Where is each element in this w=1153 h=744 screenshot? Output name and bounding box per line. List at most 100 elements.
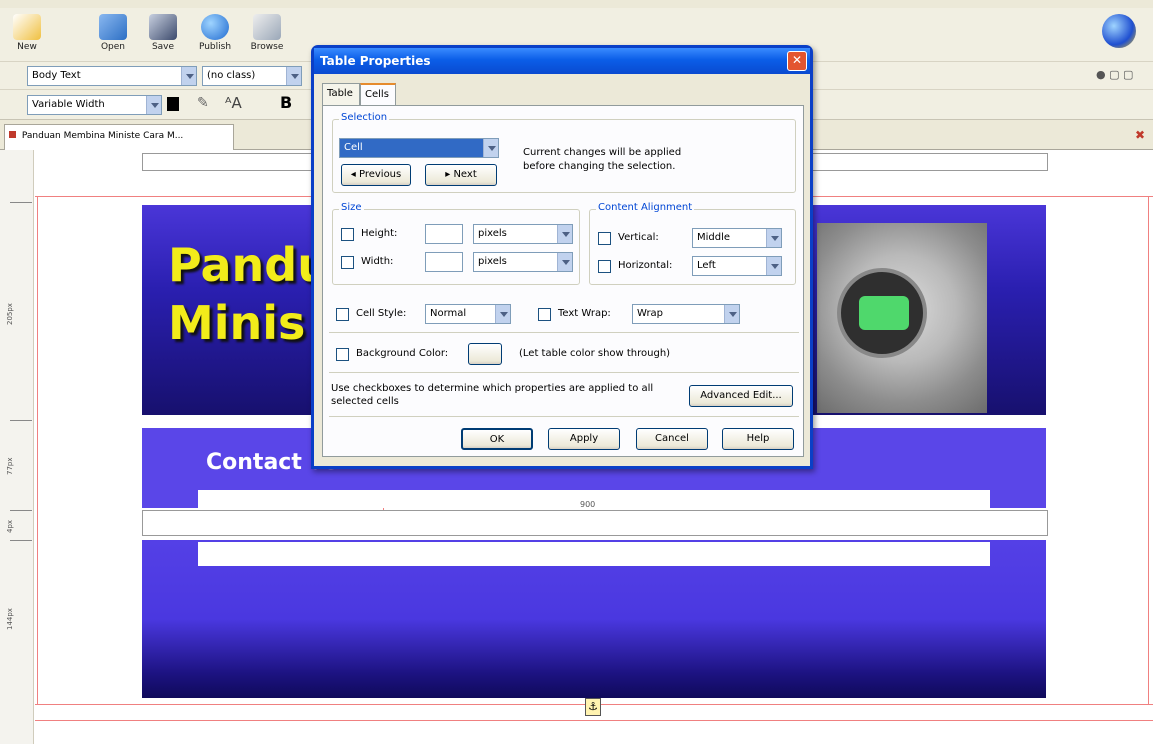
cell-style-label: Cell Style:: [356, 308, 407, 319]
divider: [329, 332, 799, 333]
class-style-value: (no class): [207, 70, 256, 81]
chevron-down-icon: [181, 67, 196, 85]
vertical-label: Vertical:: [618, 232, 659, 243]
background-color-label: Background Color:: [356, 348, 449, 359]
height-unit-value: pixels: [478, 228, 507, 239]
chevron-down-icon: [766, 257, 781, 275]
selection-value: Cell: [344, 142, 363, 153]
watch-image[interactable]: [817, 223, 987, 413]
dialog-title: Table Properties: [320, 54, 431, 68]
anchor-icon[interactable]: ⚓: [585, 698, 601, 716]
previous-button[interactable]: ◂ Previous: [341, 164, 411, 186]
publish-label: Publish: [198, 42, 232, 52]
cancel-button[interactable]: Cancel: [636, 428, 708, 450]
document-tab[interactable]: Panduan Membina Ministe Cara M...: [4, 124, 234, 150]
ok-button[interactable]: OK: [461, 428, 533, 450]
cell-style-value: Normal: [430, 308, 467, 319]
selection-group-label: Selection: [339, 112, 390, 123]
font-select[interactable]: Variable Width: [27, 95, 162, 115]
footer-content-cell[interactable]: [198, 542, 990, 566]
width-checkbox[interactable]: [341, 256, 354, 269]
vertical-checkbox[interactable]: [598, 232, 611, 245]
cell-style-select[interactable]: Normal: [425, 304, 511, 324]
selection-select[interactable]: Cell: [339, 138, 499, 158]
text-wrap-checkbox[interactable]: [538, 308, 551, 321]
next-label: Next: [453, 169, 477, 180]
text-wrap-select[interactable]: Wrap: [632, 304, 740, 324]
horizontal-label: Horizontal:: [618, 260, 673, 271]
save-label: Save: [151, 42, 175, 52]
text-wrap-value: Wrap: [637, 308, 664, 319]
divider: [329, 416, 799, 417]
new-button[interactable]: New: [4, 10, 50, 60]
close-icon[interactable]: ✕: [787, 51, 807, 71]
apply-button[interactable]: Apply: [548, 428, 620, 450]
bold-icon[interactable]: B: [280, 93, 292, 112]
divider: [329, 372, 799, 373]
view-icons[interactable]: ● ▢ ▢: [1096, 68, 1133, 81]
chevron-down-icon: [483, 139, 498, 157]
cells-panel: Selection Cell ◂ Previous ▸ Next Current…: [322, 105, 804, 457]
help-globe-button[interactable]: [1096, 10, 1142, 60]
globe-icon: [201, 14, 229, 40]
text-color-icon[interactable]: [167, 97, 179, 111]
height-input[interactable]: [425, 224, 463, 244]
close-document-icon[interactable]: ✖: [1135, 128, 1145, 142]
ruler-tick: [10, 540, 32, 541]
watch-screen: [859, 296, 909, 330]
ruler-tick: [10, 510, 32, 511]
ruler-tick: [10, 202, 32, 203]
font-size-icon[interactable]: ᴬA: [225, 94, 242, 112]
document-icon: [9, 131, 16, 138]
dialog-titlebar[interactable]: Table Properties ✕: [314, 48, 810, 74]
chevron-down-icon: [286, 67, 301, 85]
publish-button[interactable]: Publish: [192, 10, 238, 60]
chevron-down-icon: [724, 305, 739, 323]
width-input[interactable]: [425, 252, 463, 272]
paragraph-style-select[interactable]: Body Text: [27, 66, 197, 86]
browse-label: Browse: [250, 42, 284, 52]
open-button[interactable]: Open: [90, 10, 136, 60]
height-checkbox[interactable]: [341, 228, 354, 241]
background-color-checkbox[interactable]: [336, 348, 349, 361]
spacer-row[interactable]: [142, 510, 1048, 536]
width-unit-value: pixels: [478, 256, 507, 267]
previous-label: Previous: [358, 169, 402, 180]
horizontal-align-value: Left: [697, 260, 716, 271]
background-color-note: (Let table color show through): [519, 348, 671, 359]
menu-bar: [0, 0, 1153, 8]
browse-button[interactable]: Browse: [244, 10, 290, 60]
open-icon: [99, 14, 127, 40]
vertical-align-value: Middle: [697, 232, 731, 243]
vertical-align-select[interactable]: Middle: [692, 228, 782, 248]
highlight-icon[interactable]: ✎: [197, 95, 209, 111]
table-guide-line: [35, 720, 1153, 721]
text-wrap-label: Text Wrap:: [558, 308, 611, 319]
chevron-down-icon: [557, 225, 572, 243]
selection-note: Current changes will be applied before c…: [523, 147, 682, 172]
background-color-swatch[interactable]: [468, 343, 502, 365]
new-icon: [13, 14, 41, 40]
tab-table[interactable]: Table: [322, 83, 360, 105]
height-unit-select[interactable]: pixels: [473, 224, 573, 244]
table-guide-line: [37, 196, 38, 704]
advanced-edit-button[interactable]: Advanced Edit...: [689, 385, 793, 407]
next-button[interactable]: ▸ Next: [425, 164, 497, 186]
checkbox-note: Use checkboxes to determine which proper…: [331, 383, 654, 407]
save-button[interactable]: Save: [140, 10, 186, 60]
open-label: Open: [100, 42, 126, 52]
chevron-down-icon: [495, 305, 510, 323]
width-label: 900: [580, 500, 596, 509]
horizontal-checkbox[interactable]: [598, 260, 611, 273]
content-alignment-label: Content Alignment: [596, 202, 695, 213]
tab-cells[interactable]: Cells: [360, 83, 396, 105]
horizontal-align-select[interactable]: Left: [692, 256, 782, 276]
class-style-select[interactable]: (no class): [202, 66, 302, 86]
save-icon: [149, 14, 177, 40]
cell-style-checkbox[interactable]: [336, 308, 349, 321]
ruler-label: 205px: [6, 303, 14, 325]
width-unit-select[interactable]: pixels: [473, 252, 573, 272]
watch-face: [837, 268, 927, 358]
ruler-label: 144px: [6, 608, 14, 630]
help-button[interactable]: Help: [722, 428, 794, 450]
